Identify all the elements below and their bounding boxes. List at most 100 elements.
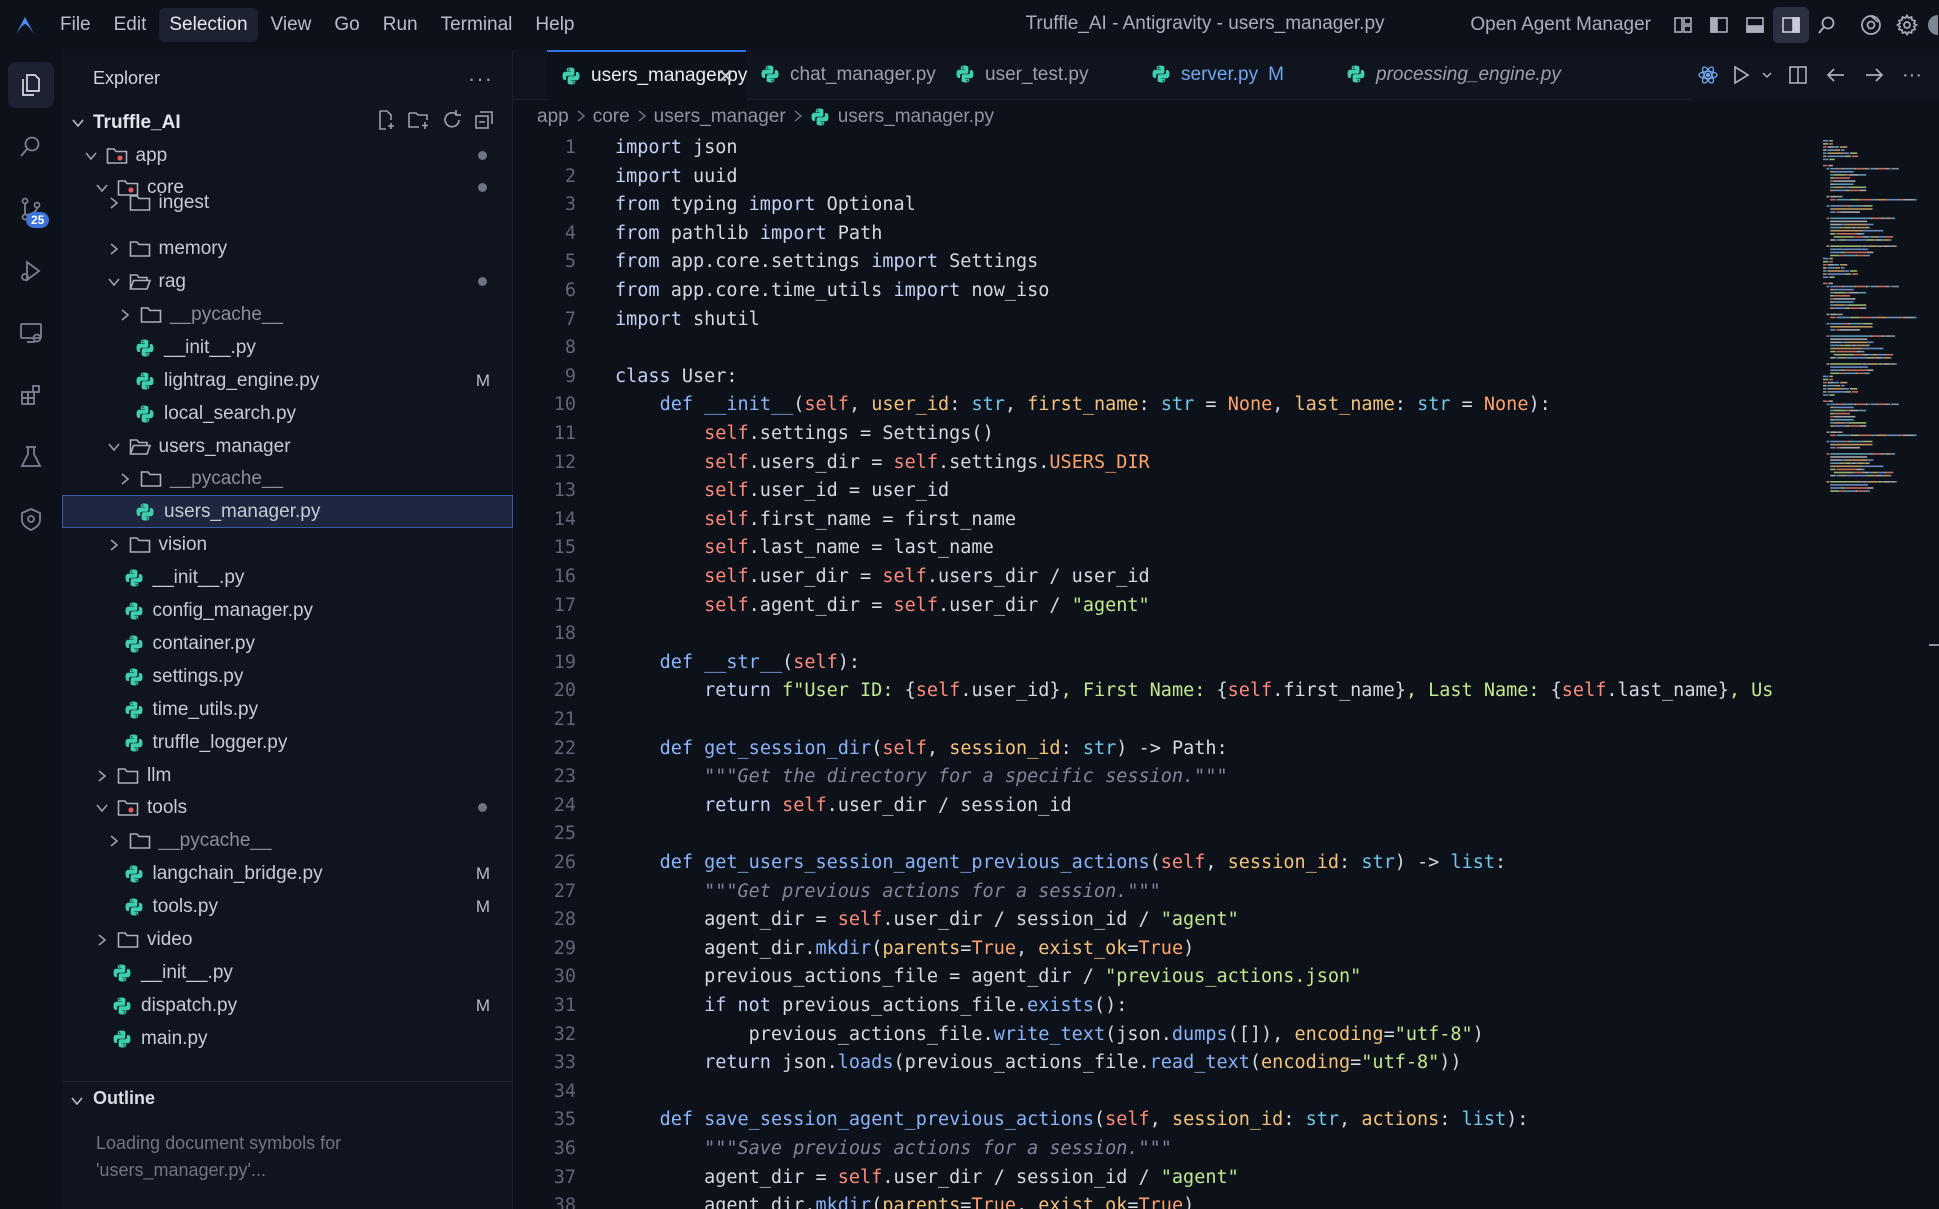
antigravity-logo-icon[interactable] (0, 0, 50, 50)
minimap-mark (1843, 205, 1845, 207)
menu-help[interactable]: Help (525, 8, 584, 42)
outline-section-header[interactable]: Outline (62, 1081, 513, 1115)
menu-terminal[interactable]: Terminal (431, 8, 523, 42)
tree-item-file[interactable]: dispatch.py M (62, 989, 513, 1022)
minimap-mark (1864, 372, 1866, 375)
tree-item-folder[interactable]: __pycache__ (62, 298, 513, 331)
tree-item-label: __init__.py (152, 566, 245, 588)
tree-item-folder[interactable]: video (62, 923, 513, 956)
chevron-down-icon (94, 791, 110, 824)
minimap-mark (1889, 481, 1892, 483)
minimap-mark (1851, 462, 1856, 464)
tree-item-folder[interactable]: __pycache__ (62, 462, 513, 495)
minimap-mark (1850, 462, 1852, 464)
tree-item-file[interactable]: __init__.py (62, 956, 513, 989)
line-number: 28 (553, 909, 576, 931)
tree-item-file[interactable]: local_search.py (62, 397, 513, 430)
toggle-panel-icon[interactable] (1737, 7, 1773, 43)
testing-flask-icon[interactable] (8, 434, 54, 480)
run-and-debug-icon[interactable] (8, 248, 54, 294)
new-folder-icon[interactable] (407, 109, 431, 137)
minimap-mark (1876, 316, 1887, 319)
editor-tab[interactable]: processing_engine.py (1332, 50, 1561, 100)
toggle-secondary-sidebar-icon[interactable] (1773, 7, 1809, 43)
browser-icon[interactable] (1853, 7, 1889, 43)
menu-run[interactable]: Run (373, 8, 428, 42)
minimap-mark (1823, 260, 1829, 263)
workspace-root[interactable]: Truffle_AI (62, 106, 513, 139)
more-actions-icon[interactable]: ··· (1895, 58, 1929, 92)
editor-tab[interactable]: server.py M (1137, 50, 1332, 100)
chevron-right-icon (637, 106, 647, 128)
tree-item-file[interactable]: truffle_logger.py (62, 726, 513, 759)
tree-item-file[interactable]: time_utils.py (62, 693, 513, 726)
breadcrumb-item[interactable]: users_manager.py (838, 106, 994, 128)
tree-item-file[interactable]: settings.py (62, 660, 513, 693)
tree-item-folder[interactable]: rag (62, 265, 513, 298)
new-file-icon[interactable] (375, 109, 397, 137)
minimap-mark (1823, 140, 1829, 142)
menu-file[interactable]: File (50, 8, 101, 42)
tree-item-file[interactable]: __init__.py (62, 331, 513, 364)
minimap-mark (1829, 375, 1833, 378)
menu-go[interactable]: Go (324, 8, 369, 42)
tree-item-folder[interactable]: __pycache__ (62, 824, 513, 857)
remote-explorer-icon[interactable] (8, 310, 54, 356)
collapse-all-icon[interactable] (473, 109, 495, 137)
tree-item-file[interactable]: langchain_bridge.py M (62, 857, 513, 890)
more-actions-icon[interactable]: ··· (468, 66, 493, 92)
tree-item-folder[interactable]: tools (62, 791, 513, 824)
python-file-icon (123, 857, 145, 890)
minimap-mark (1891, 245, 1895, 247)
refresh-icon[interactable] (441, 109, 463, 137)
tree-item-file[interactable]: __init__.py (62, 561, 513, 594)
run-file-icon[interactable] (1729, 58, 1753, 92)
tree-item-file[interactable]: lightrag_engine.py M (62, 364, 513, 397)
close-icon[interactable]: ✕ (717, 64, 734, 89)
tree-item-file[interactable]: main.py (62, 1022, 513, 1055)
open-agent-manager-button[interactable]: Open Agent Manager (1470, 14, 1651, 36)
tree-item-folder[interactable]: app (62, 139, 513, 172)
tree-item-file[interactable]: users_manager.py (62, 495, 513, 528)
code-line: 13 self.user_id = user_id (514, 477, 1814, 506)
search-icon[interactable] (1809, 7, 1845, 43)
react-icon[interactable] (1691, 58, 1725, 92)
settings-gear-icon[interactable] (1889, 7, 1925, 43)
minimap[interactable] (1819, 134, 1919, 494)
python-file-icon (1346, 64, 1366, 90)
tree-item-folder[interactable]: users_manager (62, 430, 513, 463)
breadcrumb-item[interactable]: users_manager (654, 106, 786, 128)
minimap-mark (1865, 226, 1869, 229)
tree-item-file[interactable]: container.py (62, 627, 513, 660)
tree-item-file[interactable]: tools.py M (62, 890, 513, 923)
extensions-icon[interactable] (8, 372, 54, 418)
split-editor-icon[interactable] (1781, 58, 1815, 92)
minimap-mark (1845, 273, 1851, 275)
go-forward-icon[interactable] (1857, 58, 1891, 92)
customize-layout-icon[interactable] (1665, 7, 1701, 43)
code-editor[interactable]: 1 import json 2 import uuid 3 from typing imp… (514, 134, 1814, 1209)
menu-edit[interactable]: Edit (104, 8, 157, 42)
tree-item-folder[interactable]: vision (62, 528, 513, 561)
tree-item-folder[interactable]: memory (62, 232, 513, 265)
tree-item-folder[interactable]: llm (62, 759, 513, 792)
menu-selection[interactable]: Selection (159, 8, 258, 42)
editor-tab[interactable]: users_manager.py ✕ (547, 50, 747, 100)
account-icon[interactable] (1925, 7, 1939, 43)
go-back-icon[interactable] (1819, 58, 1853, 92)
chevron-down-icon (70, 1092, 84, 1114)
editor-tab[interactable]: user_test.py (941, 50, 1137, 100)
tree-item-folder[interactable]: ingest (62, 186, 513, 219)
minimap-mark (1845, 409, 1850, 412)
agent-shield-icon[interactable] (8, 496, 54, 542)
search-icon[interactable] (8, 124, 54, 170)
run-options-chevron-down-icon[interactable] (1757, 58, 1777, 92)
toggle-primary-sidebar-icon[interactable] (1701, 7, 1737, 43)
editor-tab[interactable]: chat_manager.py (746, 50, 941, 100)
explorer-icon[interactable] (8, 62, 54, 108)
tree-item-file[interactable]: config_manager.py (62, 594, 513, 627)
breadcrumb-item[interactable]: app (537, 106, 569, 128)
menu-view[interactable]: View (261, 8, 322, 42)
minimap-mark (1823, 388, 1827, 390)
breadcrumb-item[interactable]: core (593, 106, 630, 128)
